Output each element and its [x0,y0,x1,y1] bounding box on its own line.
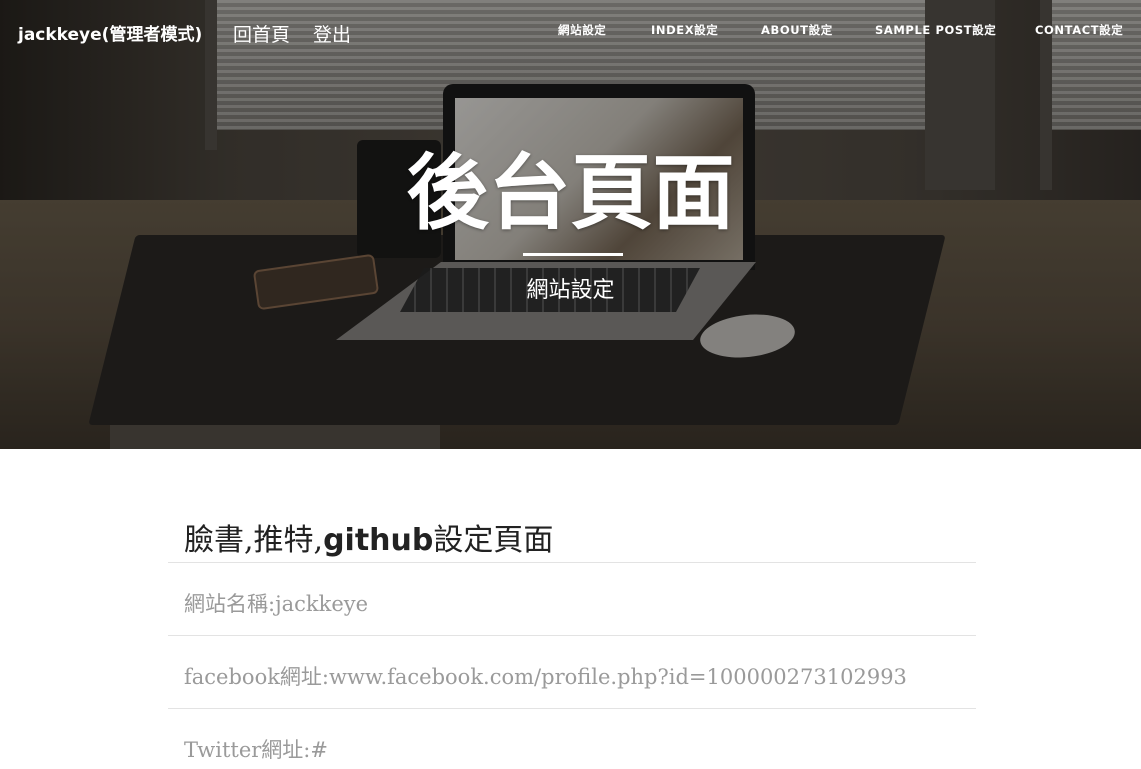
setting-row-facebook-url: facebook網址:www.facebook.com/profile.php?… [184,665,907,689]
nav-contact-settings-link[interactable]: CONTACT設定 [1035,22,1123,38]
hero-title: 後台頁面 [406,145,735,241]
setting-row-twitter-url: Twitter網址:# [184,738,328,762]
divider [168,708,976,709]
brand-link[interactable]: jackkeye(管理者模式) [18,20,202,45]
divider [168,635,976,636]
hero-divider [523,253,623,256]
nav-sample-post-settings-link[interactable]: SAMPLE POST設定 [875,22,996,38]
section-title-part3: 設定頁面 [433,523,554,558]
section-title-github: github [323,523,434,558]
top-navbar: jackkeye(管理者模式) 回首頁 登出 網站設定 INDEX設定 ABOU… [0,0,1141,64]
section-title: 臉書,推特,github設定頁面 [184,515,553,559]
hero-subtitle: 網站設定 [526,278,615,303]
nav-about-settings-link[interactable]: ABOUT設定 [761,22,833,38]
nav-site-settings-link[interactable]: 網站設定 [558,22,606,38]
nav-home-link[interactable]: 回首頁 [233,20,290,47]
setting-row-site-name: 網站名稱:jackkeye [184,592,369,616]
nav-logout-link[interactable]: 登出 [313,20,351,47]
divider [168,562,976,563]
nav-index-settings-link[interactable]: INDEX設定 [651,22,718,38]
section-title-part1: 臉書,推特, [184,523,324,558]
